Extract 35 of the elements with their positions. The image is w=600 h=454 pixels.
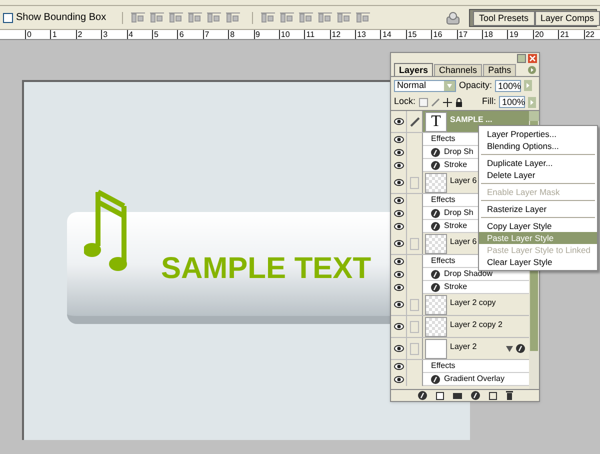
ruler-label: 3 [101,30,127,39]
ruler-label: 1 [50,30,76,39]
layer-name: Layer 6 [450,237,477,246]
ruler-label: 2 [76,30,102,39]
ruler-label: 19 [507,30,533,39]
layer-name: Layer 2 copy [450,298,496,307]
text-layer-thumbnail: T [425,112,447,132]
checkbox-label: Show Bounding Box [16,11,106,25]
layer-name: Layer 2 [450,342,477,351]
ruler-label: 14 [380,30,406,39]
ruler-label: 10 [278,30,304,39]
ruler-label: 11 [304,30,330,39]
layer-name: Layer 2 copy 2 [450,320,502,329]
ruler-label: 21 [558,30,584,39]
opacity-label: Opacity: [459,78,492,92]
lock-label: Lock: [394,95,416,108]
layer-name: SAMPLE ... [450,115,492,124]
fill-label: Fill: [482,95,496,108]
ruler-label: 18 [482,30,508,39]
ruler-label: 17 [456,30,482,39]
ruler-label: 16 [431,30,457,39]
ruler-label: 15 [406,30,432,39]
ruler-label: 22 [584,30,600,39]
ruler-label: 9 [254,30,279,39]
ruler-label: 0 [25,30,50,39]
banner-text: SAMPLE TEXT [161,254,372,284]
ruler-label: 20 [532,30,558,39]
ruler-label: 12 [330,30,356,39]
ruler-label: 13 [355,30,380,39]
ruler-label: 7 [202,30,228,39]
ruler-label: 5 [152,30,178,39]
ruler-label: 6 [177,30,203,39]
layer-name: Layer 6 [450,176,477,185]
ruler-label: 4 [126,30,152,39]
ruler-label: 8 [228,30,254,39]
